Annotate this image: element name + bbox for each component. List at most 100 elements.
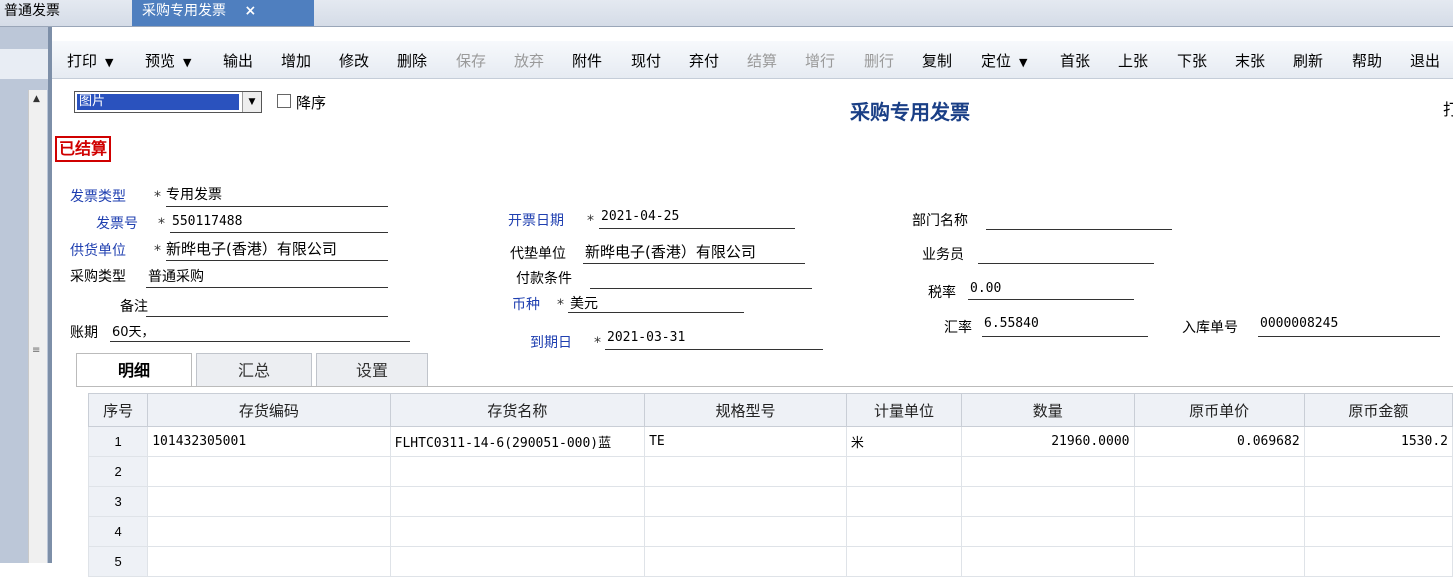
preview-dropdown-icon[interactable]: ▼ bbox=[183, 56, 191, 69]
column-header-item-name[interactable]: 存货名称 bbox=[389, 393, 646, 427]
chevron-down-icon[interactable]: ▼ bbox=[242, 92, 261, 112]
scroll-grip-icon[interactable]: ≡ bbox=[32, 345, 40, 356]
cell-unit-price[interactable] bbox=[1133, 486, 1305, 517]
cell-amount[interactable]: 1530.2 bbox=[1303, 426, 1453, 457]
column-header-unit-price[interactable]: 原币单价 bbox=[1133, 393, 1305, 427]
cell-amount[interactable] bbox=[1303, 486, 1453, 517]
supplier-value[interactable]: 新晔电子(香港）有限公司 bbox=[166, 238, 337, 259]
cell-spec[interactable] bbox=[644, 516, 847, 547]
purchase-type-value[interactable]: 普通采购 bbox=[148, 266, 204, 286]
account-period-value[interactable]: 60天， bbox=[112, 321, 155, 340]
cell-amount[interactable] bbox=[1303, 546, 1453, 577]
help-button[interactable]: 帮助 bbox=[1352, 50, 1382, 71]
table-row[interactable]: 1 101432305001 FLHTC0311-14-6(290051-000… bbox=[87, 426, 1453, 457]
invoice-type-value[interactable]: 专用发票 bbox=[166, 184, 222, 204]
invoice-no-value[interactable]: 550117488 bbox=[172, 214, 242, 229]
tab-settings[interactable]: 设置 bbox=[316, 353, 428, 387]
cell-quantity[interactable] bbox=[961, 486, 1135, 517]
cell-item-name[interactable] bbox=[389, 546, 646, 577]
delete-row-button[interactable]: 删行 bbox=[864, 50, 894, 71]
template-select[interactable]: 图片 ▼ bbox=[74, 91, 262, 113]
cell-spec[interactable]: TE bbox=[644, 426, 847, 457]
cell-unit-price[interactable]: 0.069682 bbox=[1133, 426, 1305, 457]
currency-value[interactable]: 美元 bbox=[570, 293, 598, 313]
exit-button[interactable]: 退出 bbox=[1410, 50, 1440, 71]
cell-unit-price[interactable] bbox=[1133, 456, 1305, 487]
tab-purchase-invoice[interactable]: 采购专用发票 × bbox=[132, 0, 314, 26]
table-row[interactable]: 4 bbox=[87, 516, 1453, 547]
column-header-unit[interactable]: 计量单位 bbox=[845, 393, 963, 427]
print-button[interactable]: 打印 ▼ bbox=[67, 50, 113, 71]
preview-button[interactable]: 预览 ▼ bbox=[145, 50, 191, 71]
next-record-button[interactable]: 下张 bbox=[1177, 50, 1207, 71]
cell-item-name[interactable] bbox=[389, 456, 646, 487]
scroll-up-icon[interactable]: ▲ bbox=[33, 94, 40, 104]
cell-item-code[interactable] bbox=[147, 546, 391, 577]
copy-button[interactable]: 复制 bbox=[922, 50, 952, 71]
cell-quantity[interactable] bbox=[961, 516, 1135, 547]
tab-regular-invoice[interactable]: 普通发票 bbox=[0, 0, 70, 26]
tab-summary[interactable]: 汇总 bbox=[196, 353, 312, 387]
column-header-quantity[interactable]: 数量 bbox=[961, 393, 1135, 427]
table-row[interactable]: 5 bbox=[87, 546, 1453, 577]
purchase-type-label: 采购类型 bbox=[70, 269, 126, 285]
cell-amount[interactable] bbox=[1303, 516, 1453, 547]
due-date-value[interactable]: 2021-03-31 bbox=[607, 330, 685, 345]
save-button[interactable]: 保存 bbox=[456, 50, 486, 71]
last-record-button[interactable]: 末张 bbox=[1235, 50, 1265, 71]
cell-item-name[interactable] bbox=[389, 486, 646, 517]
cell-spec[interactable] bbox=[644, 546, 847, 577]
cell-unit[interactable] bbox=[845, 486, 963, 517]
cell-unit-price[interactable] bbox=[1133, 516, 1305, 547]
column-header-spec[interactable]: 规格型号 bbox=[644, 393, 847, 427]
export-button[interactable]: 输出 bbox=[223, 50, 253, 71]
cancel-pay-button[interactable]: 弃付 bbox=[689, 50, 719, 71]
column-header-item-code[interactable]: 存货编码 bbox=[147, 393, 391, 427]
first-record-button[interactable]: 首张 bbox=[1060, 50, 1090, 71]
cell-unit[interactable]: 米 bbox=[845, 426, 963, 457]
cell-unit[interactable] bbox=[845, 456, 963, 487]
add-row-button[interactable]: 增行 bbox=[805, 50, 835, 71]
cell-quantity[interactable] bbox=[961, 456, 1135, 487]
cell-item-code[interactable] bbox=[147, 486, 391, 517]
close-icon[interactable]: × bbox=[244, 3, 256, 19]
cell-item-name[interactable] bbox=[389, 516, 646, 547]
cell-quantity[interactable]: 21960.0000 bbox=[961, 426, 1135, 457]
invoice-no-label: 发票号 bbox=[96, 216, 138, 232]
sort-desc-checkbox[interactable] bbox=[277, 94, 291, 108]
invoice-date-value[interactable]: 2021-04-25 bbox=[601, 209, 679, 224]
cell-quantity[interactable] bbox=[961, 546, 1135, 577]
add-button[interactable]: 增加 bbox=[281, 50, 311, 71]
cell-amount[interactable] bbox=[1303, 456, 1453, 487]
column-header-amount[interactable]: 原币金额 bbox=[1303, 393, 1453, 427]
delete-button[interactable]: 删除 bbox=[397, 50, 427, 71]
tax-rate-value[interactable]: 0.00 bbox=[970, 281, 1001, 296]
locate-dropdown-icon[interactable]: ▼ bbox=[1019, 56, 1027, 69]
attachment-button[interactable]: 附件 bbox=[572, 50, 602, 71]
cell-unit[interactable] bbox=[845, 546, 963, 577]
exchange-rate-value[interactable]: 6.55840 bbox=[984, 316, 1039, 331]
cell-unit[interactable] bbox=[845, 516, 963, 547]
table-row[interactable]: 3 bbox=[87, 486, 1453, 517]
cell-spec[interactable] bbox=[644, 486, 847, 517]
modify-button[interactable]: 修改 bbox=[339, 50, 369, 71]
warehouse-no-value[interactable]: 0000008245 bbox=[1260, 316, 1338, 331]
advance-unit-value[interactable]: 新晔电子(香港）有限公司 bbox=[585, 241, 756, 262]
cell-item-code[interactable] bbox=[147, 456, 391, 487]
cell-item-name[interactable]: FLHTC0311-14-6(290051-000)蓝 bbox=[389, 426, 646, 457]
settle-button[interactable]: 结算 bbox=[747, 50, 777, 71]
column-header-seq[interactable]: 序号 bbox=[87, 393, 149, 427]
cash-pay-button[interactable]: 现付 bbox=[631, 50, 661, 71]
previous-record-button[interactable]: 上张 bbox=[1118, 50, 1148, 71]
tab-detail[interactable]: 明细 bbox=[76, 353, 192, 387]
refresh-button[interactable]: 刷新 bbox=[1293, 50, 1323, 71]
locate-button[interactable]: 定位 ▼ bbox=[981, 50, 1027, 71]
table-row[interactable]: 2 bbox=[87, 456, 1453, 487]
cell-item-code[interactable] bbox=[147, 516, 391, 547]
print-dropdown-icon[interactable]: ▼ bbox=[105, 56, 113, 69]
cell-unit-price[interactable] bbox=[1133, 546, 1305, 577]
cell-item-code[interactable]: 101432305001 bbox=[147, 426, 391, 457]
discard-button[interactable]: 放弃 bbox=[514, 50, 544, 71]
cell-spec[interactable] bbox=[644, 456, 847, 487]
vertical-scrollbar[interactable]: ▲ ≡ bbox=[28, 90, 47, 563]
